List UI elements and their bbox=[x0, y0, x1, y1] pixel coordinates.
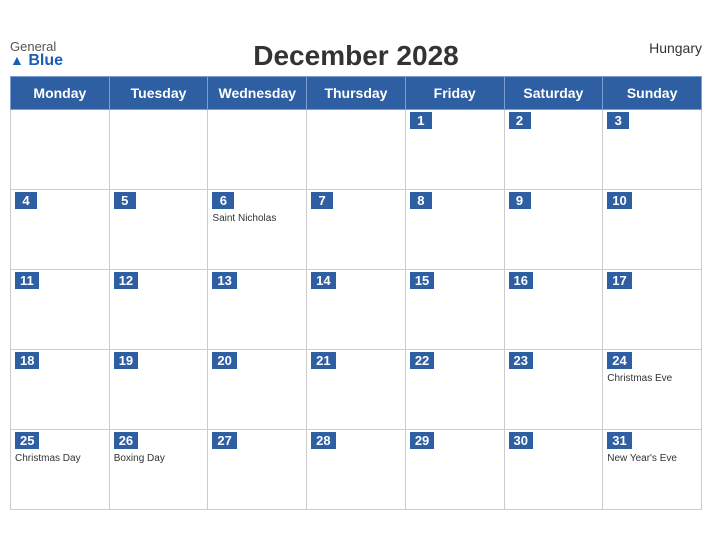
calendar-cell: 3 bbox=[603, 110, 702, 190]
calendar-cell bbox=[109, 110, 208, 190]
brand-blue-label: Blue bbox=[28, 52, 63, 69]
day-number: 14 bbox=[311, 272, 335, 289]
day-number: 6 bbox=[212, 192, 234, 209]
calendar-title: December 2028 bbox=[253, 40, 458, 72]
calendar-cell: 13 bbox=[208, 270, 307, 350]
holiday-name: Saint Nicholas bbox=[212, 213, 302, 224]
holiday-name: Boxing Day bbox=[114, 453, 204, 464]
country-label: Hungary bbox=[649, 40, 702, 56]
calendar-cell: 25 Christmas Day bbox=[11, 430, 110, 510]
calendar-cell: 18 bbox=[11, 350, 110, 430]
calendar-cell: 4 bbox=[11, 190, 110, 270]
day-number: 18 bbox=[15, 352, 39, 369]
day-number: 12 bbox=[114, 272, 138, 289]
calendar-cell: 27 bbox=[208, 430, 307, 510]
day-number: 17 bbox=[607, 272, 631, 289]
header-day-sunday: Sunday bbox=[603, 77, 702, 110]
day-number: 25 bbox=[15, 432, 39, 449]
holiday-name: Christmas Eve bbox=[607, 373, 697, 384]
week-row-3: 11 12 13 14 15 16 17 bbox=[11, 270, 702, 350]
day-number: 4 bbox=[15, 192, 37, 209]
calendar-cell: 1 bbox=[405, 110, 504, 190]
day-number: 3 bbox=[607, 112, 629, 129]
day-number: 20 bbox=[212, 352, 236, 369]
calendar-cell bbox=[11, 110, 110, 190]
day-number: 27 bbox=[212, 432, 236, 449]
calendar-cell: 6 Saint Nicholas bbox=[208, 190, 307, 270]
calendar-cell: 24 Christmas Eve bbox=[603, 350, 702, 430]
day-number: 9 bbox=[509, 192, 531, 209]
day-number: 11 bbox=[15, 272, 39, 289]
week-row-4: 18 19 20 21 22 23 24 Christmas Eve bbox=[11, 350, 702, 430]
calendar-cell: 17 bbox=[603, 270, 702, 350]
calendar-cell: 8 bbox=[405, 190, 504, 270]
brand-icon: ▲ bbox=[10, 52, 24, 68]
day-number: 13 bbox=[212, 272, 236, 289]
day-number: 22 bbox=[410, 352, 434, 369]
calendar-cell: 26 Boxing Day bbox=[109, 430, 208, 510]
holiday-name: Christmas Day bbox=[15, 453, 105, 464]
calendar-cell: 9 bbox=[504, 190, 603, 270]
week-row-1: 1 2 3 bbox=[11, 110, 702, 190]
header-day-friday: Friday bbox=[405, 77, 504, 110]
header-day-tuesday: Tuesday bbox=[109, 77, 208, 110]
calendar-cell: 15 bbox=[405, 270, 504, 350]
calendar-cell bbox=[208, 110, 307, 190]
calendar-cell: 2 bbox=[504, 110, 603, 190]
day-number: 16 bbox=[509, 272, 533, 289]
calendar-cell: 22 bbox=[405, 350, 504, 430]
header-day-saturday: Saturday bbox=[504, 77, 603, 110]
day-number: 24 bbox=[607, 352, 631, 369]
calendar-header: General ▲ Blue December 2028 Hungary bbox=[10, 40, 702, 72]
day-number: 8 bbox=[410, 192, 432, 209]
calendar-cell: 14 bbox=[307, 270, 406, 350]
week-row-5: 25 Christmas Day 26 Boxing Day 27 28 29 30 31 New… bbox=[11, 430, 702, 510]
header-day-wednesday: Wednesday bbox=[208, 77, 307, 110]
calendar-wrapper: General ▲ Blue December 2028 Hungary Mon… bbox=[0, 30, 712, 520]
day-number: 15 bbox=[410, 272, 434, 289]
calendar-table: MondayTuesdayWednesdayThursdayFridaySatu… bbox=[10, 76, 702, 510]
header-day-thursday: Thursday bbox=[307, 77, 406, 110]
calendar-cell: 20 bbox=[208, 350, 307, 430]
calendar-cell: 19 bbox=[109, 350, 208, 430]
day-number: 19 bbox=[114, 352, 138, 369]
calendar-cell: 30 bbox=[504, 430, 603, 510]
day-number: 29 bbox=[410, 432, 434, 449]
day-number: 5 bbox=[114, 192, 136, 209]
week-row-2: 4 5 6 Saint Nicholas 7 8 9 10 bbox=[11, 190, 702, 270]
calendar-cell: 7 bbox=[307, 190, 406, 270]
calendar-cell: 21 bbox=[307, 350, 406, 430]
day-number: 30 bbox=[509, 432, 533, 449]
day-number: 31 bbox=[607, 432, 631, 449]
calendar-cell: 10 bbox=[603, 190, 702, 270]
header-row: MondayTuesdayWednesdayThursdayFridaySatu… bbox=[11, 77, 702, 110]
calendar-cell: 12 bbox=[109, 270, 208, 350]
day-number: 1 bbox=[410, 112, 432, 129]
calendar-cell: 31 New Year's Eve bbox=[603, 430, 702, 510]
day-number: 10 bbox=[607, 192, 631, 209]
header-day-monday: Monday bbox=[11, 77, 110, 110]
calendar-cell: 29 bbox=[405, 430, 504, 510]
day-number: 26 bbox=[114, 432, 138, 449]
calendar-cell: 16 bbox=[504, 270, 603, 350]
day-number: 23 bbox=[509, 352, 533, 369]
brand: General ▲ Blue bbox=[10, 40, 63, 69]
day-number: 28 bbox=[311, 432, 335, 449]
calendar-cell bbox=[307, 110, 406, 190]
day-number: 2 bbox=[509, 112, 531, 129]
calendar-cell: 23 bbox=[504, 350, 603, 430]
calendar-cell: 5 bbox=[109, 190, 208, 270]
brand-blue-text: ▲ Blue bbox=[10, 53, 63, 69]
day-number: 7 bbox=[311, 192, 333, 209]
day-number: 21 bbox=[311, 352, 335, 369]
calendar-cell: 11 bbox=[11, 270, 110, 350]
calendar-cell: 28 bbox=[307, 430, 406, 510]
holiday-name: New Year's Eve bbox=[607, 453, 697, 464]
